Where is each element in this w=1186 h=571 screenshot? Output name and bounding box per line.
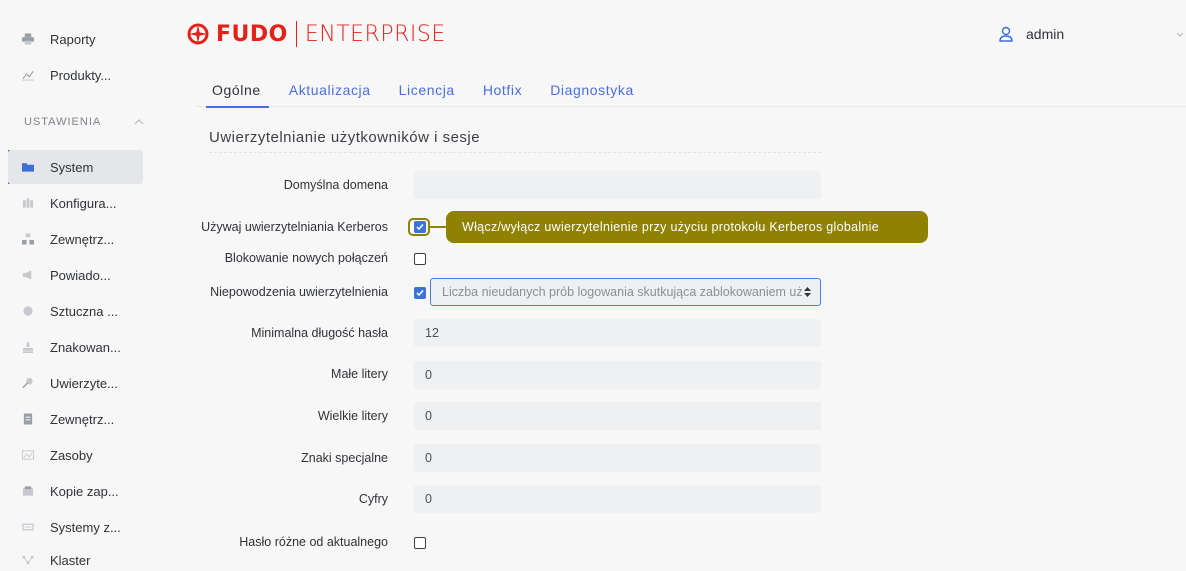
sidebar-item-label: System (50, 159, 94, 175)
sidebar-item-zewnetrzne-2[interactable]: Zewnętrz... (8, 402, 143, 436)
sidebar-item-uwierzytelnianie[interactable]: Uwierzyte... (8, 366, 143, 400)
sidebar-item-label: Zasoby (50, 447, 93, 463)
sidebar-item-powiadomienia[interactable]: Powiado... (8, 258, 143, 292)
block-new-label: Blokowanie nowych połączeń (224, 251, 388, 265)
archive-icon (8, 485, 34, 497)
min-length-input[interactable]: 12 (414, 319, 821, 347)
sidebar-item-label: Systemy z... (50, 519, 121, 535)
tab-ogolne[interactable]: Ogólne (196, 82, 269, 108)
special-chars-input[interactable]: 0 (414, 444, 821, 472)
checkmark-icon (416, 290, 424, 297)
tab-aktualizacja[interactable]: Aktualizacja (281, 82, 379, 107)
settings-tabs: Ogólne Aktualizacja Licencja Hotfix Diag… (196, 82, 1186, 108)
kerberos-label: Używaj uwierzytelniania Kerberos (201, 220, 388, 234)
select-caret-icon (804, 287, 811, 297)
grid-icon (8, 197, 34, 209)
auth-failures-select[interactable]: Liczba nieudanych prób logowania skutkuj… (430, 278, 821, 306)
sidebar-item-label: Konfigura... (50, 195, 117, 211)
key-icon (8, 377, 34, 389)
default-domain-input[interactable] (414, 171, 821, 199)
logo-divider (295, 21, 297, 47)
folder-icon (8, 161, 34, 173)
section-divider (209, 152, 821, 153)
brain-icon (8, 305, 34, 317)
sidebar-item-sztuczna[interactable]: Sztuczna ... (8, 294, 143, 328)
printer-icon (8, 33, 34, 45)
kerberos-tooltip: Włącz/wyłącz uwierzytelnienie przy użyci… (446, 211, 928, 243)
chevron-up-icon (134, 119, 144, 125)
differ-current-checkbox[interactable] (414, 537, 426, 549)
stamp-icon (8, 341, 34, 353)
section-title: Uwierzytelnianie użytkowników i sesje (209, 129, 481, 146)
auth-failures-select-value: Liczba nieudanych prób logowania skutkuj… (442, 285, 802, 299)
sidebar-item-kopie[interactable]: Kopie zap... (8, 474, 143, 508)
auth-failures-label: Niepowodzenia uwierzytelnienia (210, 285, 388, 299)
sidebar-item-system[interactable]: System (8, 150, 143, 184)
user-name: admin (1026, 26, 1065, 42)
sidebar-item-klaster[interactable]: Klaster (8, 543, 143, 571)
sidebar-item-raporty[interactable]: Raporty (8, 22, 143, 56)
section-header-label: USTAWIENIA (24, 116, 102, 128)
tab-licencja[interactable]: Licencja (391, 82, 463, 107)
lowercase-input[interactable]: 0 (414, 361, 821, 389)
sidebar-item-label: Klaster (50, 552, 91, 568)
sidebar: Raporty Produkty... USTAWIENIA System Ko… (0, 0, 160, 571)
cluster-icon (8, 554, 34, 566)
chart-icon (8, 69, 34, 81)
sidebar-item-konfiguracja[interactable]: Konfigura... (8, 186, 143, 220)
network-icon (8, 233, 34, 245)
sidebar-item-label: Kopie zap... (50, 483, 119, 499)
digits-input[interactable]: 0 (414, 485, 821, 513)
sidebar-item-systemy[interactable]: Systemy z... (8, 510, 143, 544)
chevron-down-icon[interactable] (1176, 32, 1184, 38)
block-new-checkbox[interactable] (414, 253, 426, 265)
sidebar-item-label: Produkty... (50, 67, 112, 83)
document-icon (8, 413, 34, 425)
logo-brand-text: FUDO (216, 21, 288, 47)
tab-diagnostyka[interactable]: Diagnostyka (542, 82, 642, 107)
user-icon (999, 26, 1013, 42)
sidebar-item-label: Raporty (50, 31, 96, 47)
megaphone-icon (8, 269, 34, 281)
logo-mark-icon (187, 23, 209, 45)
min-length-label: Minimalna długość hasła (251, 326, 388, 340)
fudo-logo[interactable]: FUDO ENTERPRISE (186, 20, 446, 48)
sidebar-item-label: Zewnętrz... (50, 231, 115, 247)
sidebar-item-znakowanie[interactable]: Znakowan... (8, 330, 143, 364)
differ-current-label: Hasło różne od aktualnego (239, 535, 388, 549)
lowercase-label: Małe litery (331, 367, 388, 381)
logo-product-text: ENTERPRISE (304, 21, 446, 47)
sidebar-item-produkty[interactable]: Produkty... (8, 58, 143, 92)
uppercase-label: Wielkie litery (317, 409, 388, 423)
server-icon (8, 521, 34, 533)
sidebar-item-label: Znakowan... (50, 339, 121, 355)
sidebar-item-label: Uwierzyte... (50, 375, 118, 391)
kerberos-checkbox[interactable] (414, 221, 426, 233)
sidebar-item-label: Zewnętrz... (50, 411, 115, 427)
uppercase-input[interactable]: 0 (414, 402, 821, 430)
default-domain-label: Domyślna domena (283, 178, 388, 192)
sidebar-item-label: Sztuczna ... (50, 303, 118, 319)
digits-label: Cyfry (358, 492, 388, 506)
checkmark-icon (416, 224, 424, 231)
special-chars-label: Znaki specjalne (301, 451, 388, 465)
sidebar-item-zewnetrzne-1[interactable]: Zewnętrz... (8, 222, 143, 256)
user-menu[interactable]: admin (998, 26, 1064, 42)
section-header-ustawienia[interactable]: USTAWIENIA (24, 116, 144, 128)
auth-failures-checkbox[interactable] (414, 287, 426, 299)
image-icon (8, 449, 34, 461)
sidebar-item-label: Powiado... (50, 267, 111, 283)
sidebar-item-zasoby[interactable]: Zasoby (8, 438, 143, 472)
tab-hotfix[interactable]: Hotfix (475, 82, 530, 107)
